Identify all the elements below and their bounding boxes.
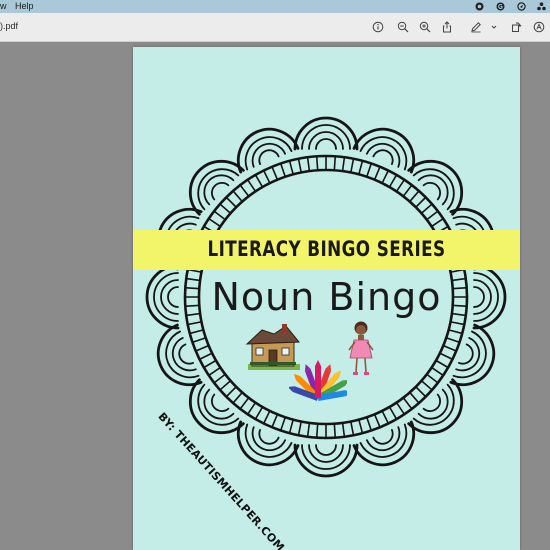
record-icon[interactable]: [475, 2, 484, 11]
rotate-icon[interactable]: [510, 21, 522, 33]
info-icon[interactable]: [372, 21, 384, 33]
zoom-in-icon[interactable]: [419, 21, 431, 33]
menu-item-help[interactable]: Help: [15, 1, 34, 12]
crayons-icon: [289, 360, 347, 401]
series-title: LITERACY BINGO SERIES: [207, 237, 446, 261]
girl-icon: [348, 321, 374, 375]
annotate-icon[interactable]: [533, 21, 545, 33]
share-icon[interactable]: [441, 21, 453, 33]
markup-pen-icon[interactable]: [470, 21, 482, 33]
zoom-out-icon[interactable]: [397, 21, 409, 33]
menu-item-window[interactable]: w: [0, 1, 7, 12]
extensions-icon[interactable]: [537, 2, 546, 11]
grammarly-icon[interactable]: [496, 2, 505, 11]
main-title: Noun Bingo: [211, 275, 442, 319]
pdf-page: LITERACY BINGO SERIES Noun Bingo BY: THE…: [133, 47, 520, 550]
document-title: ).pdf: [0, 21, 19, 31]
location-icon[interactable]: [517, 2, 526, 11]
viewer-toolbar: ).pdf: [0, 13, 550, 42]
chevron-down-icon[interactable]: [488, 21, 500, 33]
menu-bar: w Help: [0, 0, 550, 13]
